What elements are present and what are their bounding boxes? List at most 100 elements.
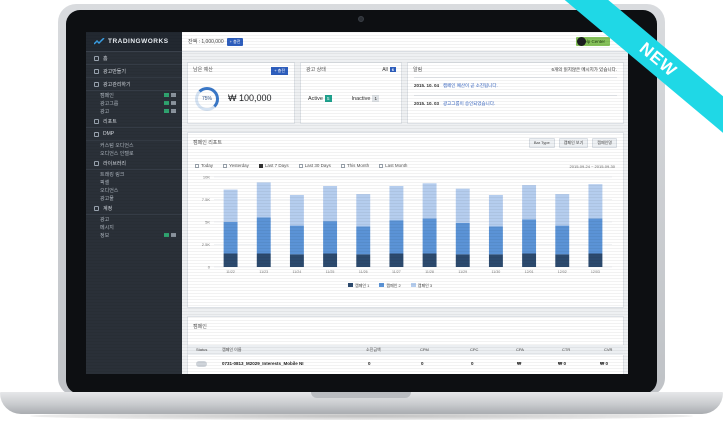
range-tab[interactable]: Last Month bbox=[379, 163, 407, 168]
chart-icon bbox=[94, 118, 99, 124]
chart-bar bbox=[323, 186, 338, 222]
range-tab[interactable]: Yesterday bbox=[223, 163, 249, 168]
legend-item[interactable]: 캠페인 2 bbox=[379, 283, 401, 289]
sidebar-section[interactable]: 광고만들기 bbox=[86, 65, 182, 78]
notice-text: 캠페인 예산이 곧 소진됩니다. bbox=[443, 83, 498, 88]
inactive-filter[interactable]: Inactive 1 bbox=[352, 95, 379, 102]
sidebar-item[interactable]: 광고물 bbox=[86, 194, 182, 202]
notice-text: 광고그룹이 승인되었습니다. bbox=[443, 101, 496, 106]
range-checkbox[interactable] bbox=[258, 163, 263, 168]
sidebar-section[interactable]: 광고관리하기 bbox=[86, 78, 182, 91]
range-checkbox[interactable] bbox=[195, 163, 199, 168]
active-label: Active bbox=[308, 96, 323, 102]
col-cpm[interactable]: CPM bbox=[420, 347, 429, 352]
ad-status-card: 광고 상태 All 6 Active 5 Inactive 1 bbox=[300, 62, 402, 124]
badge-green[interactable] bbox=[164, 109, 169, 113]
col-cvr[interactable]: CVR bbox=[604, 347, 612, 352]
sidebar-item[interactable]: 광고그룹 bbox=[86, 99, 182, 107]
sidebar-item[interactable]: 오디언스 인텔로 bbox=[86, 149, 182, 157]
sidebar-section-label: DMP bbox=[103, 131, 115, 137]
item-badges bbox=[164, 233, 176, 237]
legend-swatch bbox=[410, 283, 416, 287]
col-cpc[interactable]: CPC bbox=[470, 347, 478, 352]
chart-bar bbox=[356, 226, 371, 255]
badge-grey[interactable] bbox=[171, 101, 176, 105]
all-label: All bbox=[382, 67, 388, 73]
active-filter[interactable]: Active 5 bbox=[308, 95, 332, 102]
sidebar-item[interactable]: 오디언스 bbox=[86, 186, 182, 194]
sidebar-section[interactable]: 리포트 bbox=[86, 115, 182, 128]
badge-green[interactable] bbox=[164, 233, 169, 237]
sidebar: TRADINGWORKS 홈 광고만들기 광고관리하기 캠페인 광고그룹 광고 리포트 DMP… bbox=[86, 32, 182, 374]
y-tick-label: 7.5K bbox=[202, 197, 211, 202]
sidebar-item-label: 트래킹 링크 bbox=[100, 171, 125, 178]
chart-bar bbox=[555, 194, 570, 226]
chart-bar bbox=[256, 253, 271, 267]
range-tab[interactable]: Today bbox=[195, 163, 213, 168]
badge-green[interactable] bbox=[164, 101, 169, 105]
range-checkbox[interactable] bbox=[223, 163, 228, 168]
topbar-charge-button[interactable]: + 충전 bbox=[226, 37, 244, 46]
library-icon bbox=[94, 160, 99, 166]
table-row[interactable]: 0731-0813_M2029_Interests_Mobile NI 0 0 … bbox=[188, 359, 625, 369]
chart-bar bbox=[389, 220, 404, 254]
range-tab[interactable]: Last 7 Days bbox=[258, 163, 289, 168]
range-checkbox[interactable] bbox=[379, 163, 384, 168]
ad-status-all[interactable]: All 6 bbox=[382, 67, 396, 73]
col-ctr[interactable]: CTR bbox=[562, 347, 570, 352]
sidebar-item[interactable]: 광고 bbox=[86, 215, 182, 223]
chart-bar bbox=[488, 195, 503, 227]
chart-bar bbox=[422, 253, 437, 267]
range-checkbox[interactable] bbox=[298, 163, 303, 168]
sidebar-section-label: 광고관리하기 bbox=[103, 81, 131, 88]
sidebar-item-label: 광고 bbox=[100, 108, 110, 115]
range-tab[interactable]: Last 30 Days bbox=[298, 163, 331, 168]
legend-item[interactable]: 캠페인 1 bbox=[348, 283, 369, 289]
sidebar-section[interactable]: DMP bbox=[86, 128, 182, 141]
col-name[interactable]: 캠페인 이름 bbox=[222, 347, 242, 353]
item-badges bbox=[164, 93, 176, 97]
chart-bar bbox=[488, 254, 503, 267]
chart-bar bbox=[588, 184, 603, 219]
ad-status-counts: Active 5 Inactive 1 bbox=[308, 95, 379, 102]
brand-logo[interactable]: TRADINGWORKS bbox=[86, 32, 182, 52]
sidebar-item[interactable]: 트래킹 링크 bbox=[86, 170, 182, 178]
notice-item[interactable]: 2015. 10. 03 광고그룹이 승인되었습니다. bbox=[414, 101, 495, 107]
budget-amount: ₩ 100,000 bbox=[228, 93, 272, 103]
sidebar-section[interactable]: 라이브러리 bbox=[86, 157, 182, 170]
sidebar-item[interactable]: 커스텀 오디언스 bbox=[86, 141, 182, 149]
notice-item[interactable]: 2015. 10. 04 캠페인 예산이 곧 소진됩니다. bbox=[414, 83, 498, 89]
sidebar-section-label: 홈 bbox=[103, 55, 108, 62]
chart-bar bbox=[289, 225, 304, 255]
col-cpa[interactable]: CPA bbox=[516, 347, 524, 352]
logo-mark-icon bbox=[94, 37, 105, 45]
badge-grey[interactable] bbox=[171, 109, 176, 113]
col-status[interactable]: Status bbox=[196, 347, 207, 352]
sidebar-item[interactable]: 캠페인 bbox=[86, 91, 182, 99]
chart-bar bbox=[588, 253, 603, 267]
status-toggle[interactable] bbox=[196, 361, 207, 367]
badge-green[interactable] bbox=[164, 93, 169, 97]
col-spend[interactable]: 소진금액 bbox=[366, 347, 381, 353]
pencil-icon bbox=[94, 131, 99, 137]
range-checkbox[interactable] bbox=[340, 163, 345, 168]
sidebar-section-label: 라이브러리 bbox=[103, 160, 127, 167]
sidebar-section-label: 리포트 bbox=[103, 118, 117, 125]
budget-charge-button[interactable]: + 충전 bbox=[271, 67, 288, 75]
sidebar-item[interactable]: 광고 bbox=[86, 107, 182, 115]
brand-name: TRADINGWORKS bbox=[108, 38, 169, 45]
sidebar-item[interactable]: 픽셀 bbox=[86, 178, 182, 186]
campaign-name[interactable]: 0731-0813_M2029_Interests_Mobile NI bbox=[222, 361, 304, 366]
badge-grey[interactable] bbox=[171, 93, 176, 97]
legend-item[interactable]: 캠페인 3 bbox=[410, 283, 432, 289]
sidebar-section[interactable]: 홈 bbox=[86, 52, 182, 65]
sidebar-item[interactable]: 메시지 bbox=[86, 223, 182, 231]
badge-grey[interactable] bbox=[171, 233, 176, 237]
laptop-mockup: TRADINGWORKS 홈 광고만들기 광고관리하기 캠페인 광고그룹 광고 리포트 DMP… bbox=[0, 0, 723, 425]
range-tab[interactable]: This Month bbox=[340, 163, 369, 168]
date-range-picker[interactable]: 2015-09-24 ~ 2015-09-30 bbox=[570, 164, 615, 169]
chart-bar bbox=[323, 221, 338, 254]
sidebar-item[interactable]: 정보 bbox=[86, 231, 182, 239]
sidebar-section[interactable]: 계정 bbox=[86, 202, 182, 215]
user-icon bbox=[94, 205, 99, 211]
